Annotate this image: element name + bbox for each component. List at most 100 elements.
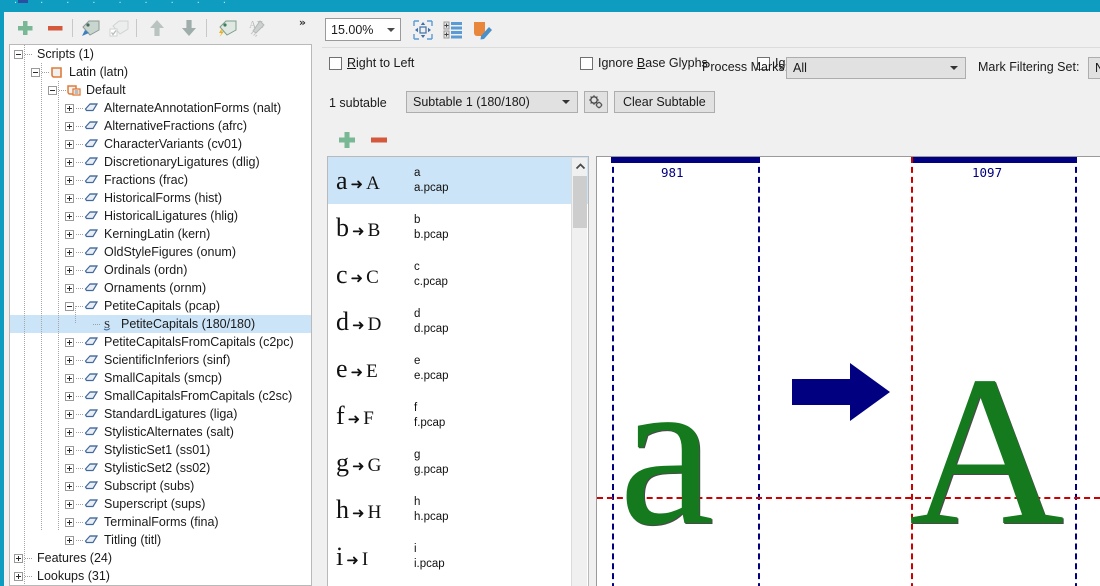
- expand-icon[interactable]: [65, 193, 74, 203]
- subtable-settings-button[interactable]: [584, 91, 608, 113]
- zoom-dropdown-arrow[interactable]: [381, 19, 400, 40]
- panel-splitter[interactable]: [312, 12, 630, 586]
- feature-tree[interactable]: Scripts (1) Latin (latn) Default AlternateA…: [9, 44, 312, 586]
- expand-icon[interactable]: [65, 229, 74, 239]
- glyph-list-scrollbar[interactable]: [571, 158, 587, 586]
- tree-item[interactable]: Fractions (frac): [10, 171, 311, 189]
- remove-mapping-button[interactable]: [366, 128, 392, 152]
- tree-item[interactable]: PetiteCapitals (pcap): [10, 297, 311, 315]
- edit-glyph-button[interactable]: [470, 17, 496, 42]
- tree-item[interactable]: Subscript (subs): [10, 477, 311, 495]
- expand-icon[interactable]: [65, 211, 74, 221]
- tree-item[interactable]: Superscript (sups): [10, 495, 311, 513]
- expand-icon[interactable]: [65, 283, 74, 293]
- expand-icon[interactable]: [65, 481, 74, 491]
- tree-item[interactable]: DiscretionaryLigatures (dlig): [10, 153, 311, 171]
- glyph-mapping-row[interactable]: j➜Jjj.pcap: [328, 580, 588, 586]
- add-button[interactable]: [12, 16, 38, 40]
- right-to-left-checkbox-box[interactable]: [329, 56, 342, 70]
- glyph-mapping-row[interactable]: h ➜ Hh h.pcap: [328, 486, 588, 533]
- ignore-base-glyphs-checkbox-box[interactable]: [580, 56, 593, 70]
- expand-icon[interactable]: [65, 535, 74, 545]
- tree-item-selected[interactable]: S PetiteCapitals (180/180): [10, 315, 311, 333]
- expand-icon[interactable]: [14, 571, 23, 581]
- expand-icon[interactable]: [65, 265, 74, 275]
- scrollbar-thumb[interactable]: [573, 176, 587, 228]
- expand-icon[interactable]: [14, 553, 23, 563]
- glyph-mapping-list[interactable]: a ➜ Aa a.pcap b ➜ Bb b.pcap c ➜ Cc c.pcap d ➜ Dd d.pcap…: [327, 156, 589, 586]
- tree-item[interactable]: OldStyleFigures (onum): [10, 243, 311, 261]
- tree-item[interactable]: Ordinals (ordn): [10, 261, 311, 279]
- glyph-mapping-row[interactable]: b ➜ Bb b.pcap: [328, 204, 588, 251]
- expand-icon[interactable]: [65, 517, 74, 527]
- tree-item[interactable]: CharacterVariants (cv01): [10, 135, 311, 153]
- expand-icon[interactable]: [65, 121, 74, 131]
- toolbar-overflow-button[interactable]: »: [299, 16, 306, 29]
- expand-icon[interactable]: [65, 175, 74, 185]
- tree-item[interactable]: Titling (titl): [10, 531, 311, 549]
- glyph-mapping-row-selected[interactable]: a ➜ Aa a.pcap: [328, 157, 588, 204]
- check-tag-button[interactable]: [106, 16, 132, 40]
- expand-icon[interactable]: [65, 247, 74, 257]
- expand-icon[interactable]: [65, 445, 74, 455]
- tree-item[interactable]: AlternateAnnotationForms (nalt): [10, 99, 311, 117]
- expand-icon[interactable]: [65, 409, 74, 419]
- zoom-combo[interactable]: 15.00%: [325, 18, 401, 41]
- move-up-button[interactable]: [144, 16, 170, 40]
- expand-icon[interactable]: [65, 427, 74, 437]
- tree-item[interactable]: StandardLigatures (liga): [10, 405, 311, 423]
- expand-icon[interactable]: [65, 355, 74, 365]
- subtable-dropdown[interactable]: Subtable 1 (180/180): [406, 91, 578, 113]
- collapse-icon[interactable]: [65, 301, 74, 311]
- tree-item[interactable]: Default: [10, 81, 311, 99]
- move-down-button[interactable]: [176, 16, 202, 40]
- tree-item[interactable]: ScientificInferiors (sinf): [10, 351, 311, 369]
- tree-item[interactable]: KerningLatin (kern): [10, 225, 311, 243]
- tree-item[interactable]: StylisticSet1 (ss01): [10, 441, 311, 459]
- scroll-up-button[interactable]: [572, 158, 588, 175]
- fit-to-window-button[interactable]: [410, 17, 436, 42]
- tree-item[interactable]: AlternativeFractions (afrc): [10, 117, 311, 135]
- expand-icon[interactable]: [65, 337, 74, 347]
- glyph-preview-canvas[interactable]: 981 1097 a A: [596, 156, 1100, 586]
- right-to-left-checkbox[interactable]: Right to Left: [329, 56, 414, 70]
- tree-item[interactable]: Latin (latn): [10, 63, 311, 81]
- tree-item[interactable]: SmallCapitals (smcp): [10, 369, 311, 387]
- tree-item[interactable]: HistoricalForms (hist): [10, 189, 311, 207]
- expand-icon[interactable]: [65, 499, 74, 509]
- glyph-mapping-row[interactable]: d ➜ Dd d.pcap: [328, 298, 588, 345]
- remove-button[interactable]: [42, 16, 68, 40]
- tree-item[interactable]: HistoricalLigatures (hlig): [10, 207, 311, 225]
- process-marks-dropdown[interactable]: All: [786, 57, 966, 79]
- tree-item[interactable]: SmallCapitalsFromCapitals (c2sc): [10, 387, 311, 405]
- quick-tag-button[interactable]: [214, 16, 240, 40]
- collapse-icon[interactable]: [14, 49, 23, 59]
- grid-view-button[interactable]: [440, 17, 466, 42]
- tree-item[interactable]: Ornaments (ornm): [10, 279, 311, 297]
- tree-item[interactable]: Features (24): [10, 549, 311, 567]
- expand-icon[interactable]: [65, 139, 74, 149]
- mark-filtering-set-dropdown[interactable]: No: [1088, 57, 1100, 79]
- tree-item[interactable]: Lookups (31): [10, 567, 311, 585]
- glyph-mapping-row[interactable]: i ➜ Ii i.pcap: [328, 533, 588, 580]
- tree-item[interactable]: StylisticSet2 (ss02): [10, 459, 311, 477]
- expand-icon[interactable]: [65, 157, 74, 167]
- expand-icon[interactable]: [65, 103, 74, 113]
- expand-icon[interactable]: [65, 373, 74, 383]
- glyph-mapping-row[interactable]: e ➜ Ee e.pcap: [328, 345, 588, 392]
- collapse-icon[interactable]: [48, 85, 57, 95]
- glyph-mapping-row[interactable]: g ➜ Gg g.pcap: [328, 439, 588, 486]
- tree-item[interactable]: PetiteCapitalsFromCapitals (c2pc): [10, 333, 311, 351]
- tree-item[interactable]: StylisticAlternates (salt): [10, 423, 311, 441]
- tree-item[interactable]: TerminalForms (fina): [10, 513, 311, 531]
- edit-tag-button[interactable]: [78, 16, 104, 40]
- collapse-icon[interactable]: [31, 67, 40, 77]
- ignore-base-glyphs-checkbox[interactable]: Ignore Base Glyphs: [580, 56, 708, 70]
- expand-icon[interactable]: [65, 463, 74, 473]
- clear-features-button[interactable]: AX: [244, 16, 270, 40]
- clear-subtable-button[interactable]: Clear Subtable: [614, 91, 715, 113]
- expand-icon[interactable]: [65, 391, 74, 401]
- tree-item[interactable]: Scripts (1): [10, 45, 311, 63]
- add-mapping-button[interactable]: [334, 128, 360, 152]
- glyph-mapping-row[interactable]: f ➜ Ff f.pcap: [328, 392, 588, 439]
